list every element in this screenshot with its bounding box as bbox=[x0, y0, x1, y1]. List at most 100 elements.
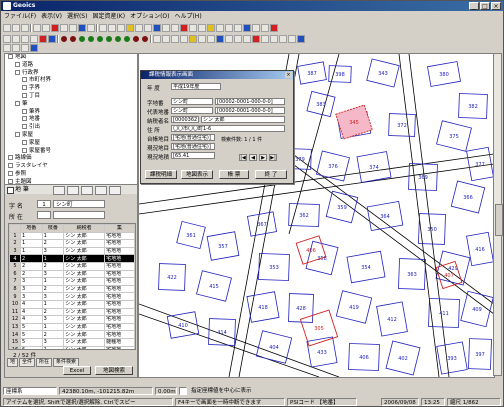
polygon-icon[interactable] bbox=[21, 35, 29, 43]
table-row[interactable]: 7 3 1 シン 太郎 宅地地 bbox=[9, 277, 135, 286]
map-search-button[interactable]: 地図検索 bbox=[95, 366, 133, 375]
minimize-button[interactable]: _ bbox=[469, 2, 479, 10]
edit-icon[interactable] bbox=[225, 35, 233, 43]
panel-checkbox[interactable] bbox=[7, 187, 14, 194]
checkbox-icon[interactable] bbox=[22, 92, 27, 98]
checkbox-icon[interactable] bbox=[8, 170, 13, 176]
red-icon[interactable] bbox=[252, 35, 260, 43]
text-icon[interactable] bbox=[3, 35, 11, 43]
scale-icon[interactable] bbox=[261, 35, 269, 43]
info-icon[interactable] bbox=[108, 24, 116, 32]
mirror-icon[interactable] bbox=[279, 35, 287, 43]
panel-tool-icon[interactable] bbox=[81, 186, 93, 195]
tree-item[interactable]: 引出 bbox=[5, 124, 137, 132]
tab-all[interactable]: 全件 bbox=[19, 358, 36, 367]
snap-icon[interactable] bbox=[198, 35, 206, 43]
dot-icon[interactable] bbox=[79, 36, 85, 42]
title-bar[interactable]: Geoics _ □ × bbox=[1, 1, 503, 11]
tree-item[interactable]: 家屋 bbox=[5, 139, 137, 148]
tree-item[interactable]: 丁目 bbox=[5, 92, 137, 101]
coord-system-select[interactable]: 座標系 bbox=[3, 387, 57, 395]
pan-icon[interactable] bbox=[78, 24, 86, 32]
table-row[interactable]: 4 2 1 シン 太郎 宅地地 bbox=[9, 254, 135, 263]
checkbox-icon[interactable] bbox=[22, 77, 27, 83]
table-row[interactable]: 2 1 2 シン 太郎 宅地地 bbox=[9, 239, 135, 248]
prev-record-button[interactable]: ◀ bbox=[249, 154, 257, 161]
dot-icon[interactable] bbox=[88, 36, 94, 42]
map-vertical-scrollbar[interactable] bbox=[493, 53, 503, 376]
panel-tool-icon[interactable] bbox=[109, 186, 121, 195]
next-record-button[interactable]: ▶ bbox=[259, 154, 267, 161]
table-row[interactable]: 12 4 3 シン 太郎 宅地地 bbox=[9, 315, 135, 324]
tree-item[interactable]: 路線価 bbox=[5, 155, 137, 163]
node-icon[interactable] bbox=[207, 35, 215, 43]
dot-icon[interactable] bbox=[106, 36, 112, 42]
tool-icon[interactable] bbox=[3, 44, 11, 52]
zoom-out-icon[interactable] bbox=[69, 24, 77, 32]
refresh-icon[interactable] bbox=[87, 24, 95, 32]
first-record-button[interactable]: |◀ bbox=[239, 154, 247, 161]
layer-icon[interactable] bbox=[144, 24, 152, 32]
zoom-in-icon[interactable] bbox=[60, 24, 68, 32]
tree-item[interactable]: 地図 bbox=[5, 54, 137, 62]
tree-item[interactable]: 参照 bbox=[5, 170, 137, 179]
table-row[interactable]: 5 2 2 シン 太郎 宅地地 bbox=[9, 261, 135, 271]
column-header[interactable]: 地番 bbox=[20, 224, 43, 233]
map-display-button[interactable]: 地図表示 bbox=[181, 170, 213, 179]
excel-button[interactable]: Excel bbox=[63, 366, 91, 375]
column-header[interactable] bbox=[9, 224, 21, 233]
dot-icon[interactable] bbox=[70, 36, 76, 42]
north-icon[interactable] bbox=[243, 24, 251, 32]
last-record-button[interactable]: ▶| bbox=[269, 154, 277, 161]
undo-icon[interactable] bbox=[234, 35, 242, 43]
tree-item[interactable]: ラスタレイヤ bbox=[5, 163, 137, 171]
dot-icon[interactable] bbox=[133, 36, 139, 42]
checkbox-icon[interactable] bbox=[22, 108, 27, 114]
tree-item[interactable]: 筆 bbox=[5, 100, 137, 109]
location-code-field[interactable] bbox=[37, 211, 51, 219]
tab-land[interactable]: 地 bbox=[7, 358, 19, 367]
delete-icon[interactable] bbox=[180, 24, 188, 32]
settings-icon[interactable] bbox=[216, 24, 224, 32]
tree-item[interactable]: 字界 bbox=[5, 85, 137, 93]
menu-help[interactable]: ヘルプ(H) bbox=[174, 12, 201, 22]
maximize-button[interactable]: □ bbox=[480, 2, 490, 10]
bend-icon[interactable] bbox=[162, 35, 170, 43]
aza-code-field[interactable]: 1 bbox=[37, 200, 51, 208]
menu-view[interactable]: 表示(V) bbox=[41, 12, 62, 22]
tree-item[interactable]: 市町村界 bbox=[5, 77, 137, 85]
table-row[interactable]: 16 6 1 シン 太郎 宅地地 bbox=[9, 345, 135, 349]
close-button[interactable]: × bbox=[491, 2, 501, 10]
table-row[interactable]: 11 4 2 シン 太郎 宅地地 bbox=[9, 307, 135, 317]
save-icon[interactable] bbox=[21, 24, 29, 32]
print-icon[interactable] bbox=[33, 24, 41, 32]
measure-icon[interactable] bbox=[117, 24, 125, 32]
highlight-icon[interactable] bbox=[126, 24, 134, 32]
arrow-icon[interactable] bbox=[153, 35, 161, 43]
menu-file[interactable]: ファイル(F) bbox=[4, 12, 36, 22]
preview-icon[interactable] bbox=[42, 24, 50, 32]
tool-icon[interactable] bbox=[12, 44, 20, 52]
menu-fixed-asset[interactable]: 固定資産(K) bbox=[92, 12, 125, 22]
checkbox-icon[interactable] bbox=[15, 100, 20, 106]
copy-icon[interactable] bbox=[189, 24, 197, 32]
aza-select[interactable]: シン町 bbox=[53, 200, 105, 208]
split-icon[interactable] bbox=[171, 35, 179, 43]
export-icon[interactable] bbox=[171, 24, 179, 32]
center-checkbox[interactable] bbox=[179, 387, 187, 395]
tax-detail-button[interactable]: 課税明細 bbox=[145, 170, 177, 179]
tab-location[interactable]: 所在 bbox=[36, 358, 53, 367]
tree-item[interactable]: 筆界 bbox=[5, 108, 137, 117]
dot-icon[interactable] bbox=[142, 36, 148, 42]
scroll-thumb[interactable] bbox=[495, 204, 503, 236]
menu-options[interactable]: オプション(O) bbox=[130, 12, 169, 22]
checkbox-icon[interactable] bbox=[22, 85, 27, 91]
checkbox-icon[interactable] bbox=[8, 178, 13, 184]
table-row[interactable]: 13 5 1 シン 太郎 宅地地 bbox=[9, 322, 135, 332]
map-icon[interactable] bbox=[153, 24, 161, 32]
line-icon[interactable] bbox=[12, 35, 20, 43]
folder-icon[interactable] bbox=[207, 24, 215, 32]
tree-item[interactable]: 行政界 bbox=[5, 69, 137, 78]
stop-icon[interactable] bbox=[270, 24, 278, 32]
column-header[interactable]: 枝番 bbox=[41, 224, 65, 233]
